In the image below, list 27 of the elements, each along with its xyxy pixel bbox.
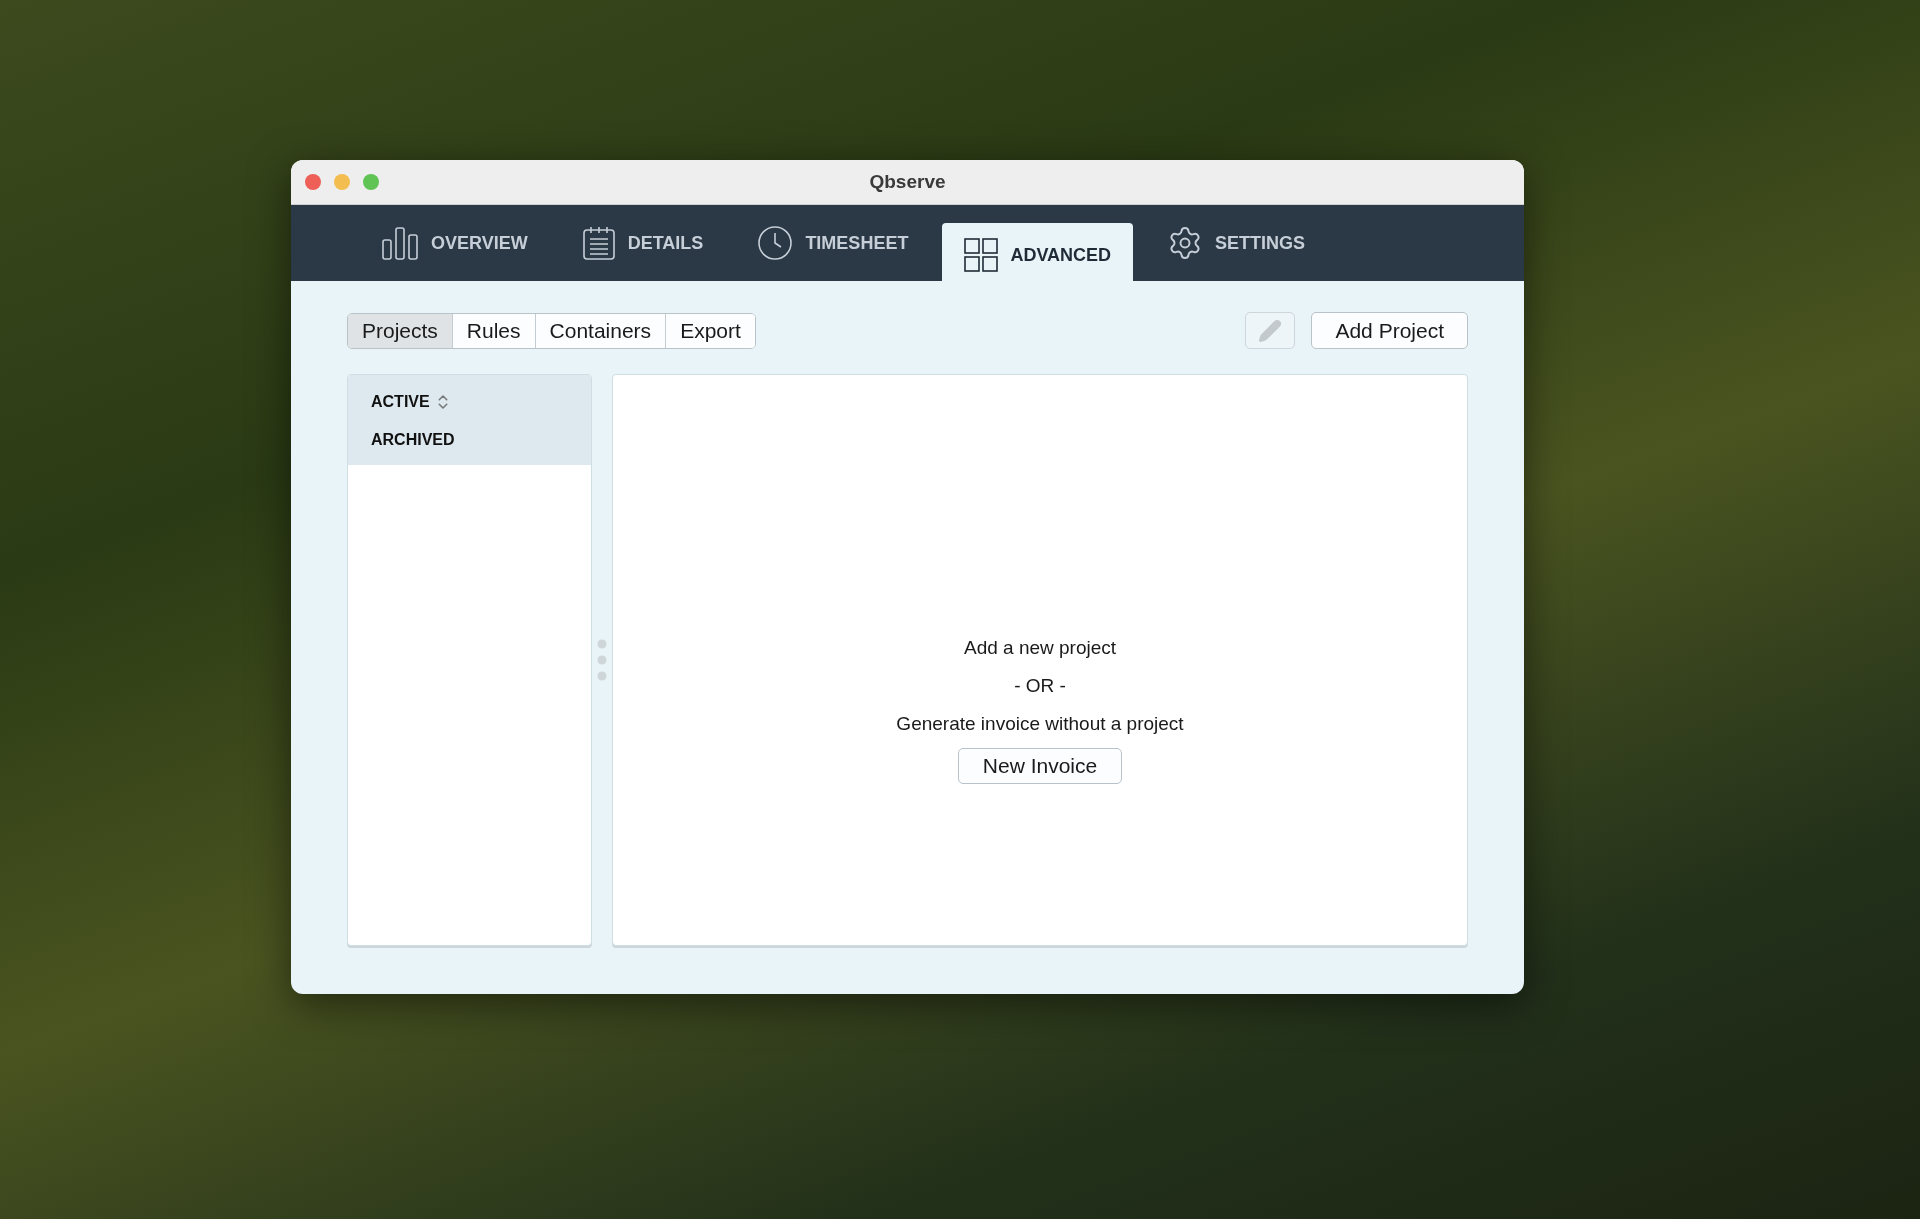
pencil-icon	[1258, 318, 1283, 343]
clock-icon	[757, 225, 794, 261]
segment-button[interactable]: Export	[665, 313, 755, 348]
new-invoice-button[interactable]: New Invoice	[957, 747, 1123, 784]
segment-button[interactable]: Rules	[451, 313, 535, 348]
add-project-button[interactable]: Add Project	[1311, 312, 1468, 349]
calendar-list-icon	[581, 226, 616, 260]
minimize-button[interactable]	[334, 174, 350, 190]
separator-text: - OR -	[1014, 674, 1066, 697]
close-button[interactable]	[305, 174, 321, 190]
sidebar-item[interactable]: ARCHIVED	[348, 421, 478, 459]
window-title: Qbserve	[869, 171, 946, 193]
empty-state-text: Generate invoice without a project	[896, 712, 1184, 735]
nav-tab[interactable]: TIMESHEET	[737, 205, 929, 281]
splitter-handle-icon[interactable]	[597, 638, 607, 682]
edit-button[interactable]	[1245, 312, 1296, 349]
nav-tab[interactable]: OVERVIEW	[361, 205, 548, 281]
segment-button[interactable]: Projects	[348, 313, 452, 348]
nav-tab[interactable]: DETAILS	[561, 205, 724, 281]
nav-tab[interactable]: SETTINGS	[1147, 205, 1326, 281]
segment-button[interactable]: Containers	[534, 313, 666, 348]
zoom-button[interactable]	[363, 174, 379, 190]
sidebar-item[interactable]: ACTIVE	[348, 383, 475, 421]
nav-tab[interactable]: ADVANCED	[942, 223, 1134, 281]
empty-state-text: Add a new project	[963, 636, 1117, 659]
grid-icon	[964, 238, 999, 272]
bar-chart-icon	[381, 226, 419, 260]
